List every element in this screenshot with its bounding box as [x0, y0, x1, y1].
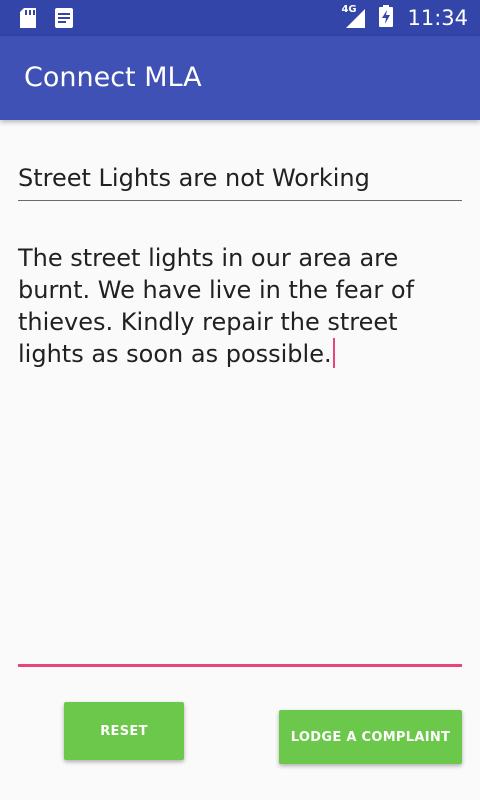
lodge-complaint-button[interactable]: LODGE A COMPLAINT [279, 710, 462, 764]
status-system: 4G 11:34 [341, 0, 468, 36]
subject-input-value[interactable]: Street Lights are not Working [18, 162, 370, 194]
notification-document-icon [54, 7, 74, 33]
status-notifications [18, 7, 74, 33]
complaint-body-value[interactable]: The street lights in our area are burnt.… [18, 244, 414, 368]
complaint-body-field[interactable]: The street lights in our area are burnt.… [18, 240, 462, 667]
signal-indicator: 4G [341, 4, 367, 29]
battery-charging-icon [379, 5, 394, 31]
status-time: 11:34 [407, 6, 468, 30]
status-bar: 4G 11:34 [0, 0, 480, 36]
reset-button[interactable]: RESET [64, 702, 184, 760]
complaint-body-text[interactable]: The street lights in our area are burnt.… [18, 242, 458, 370]
text-cursor [332, 338, 335, 368]
subject-field[interactable]: Street Lights are not Working [18, 160, 462, 201]
sd-card-icon [18, 7, 38, 33]
app-bar: Connect MLA [0, 36, 480, 120]
app-title: Connect MLA [24, 62, 202, 93]
app-screen: 4G 11:34 Connect MLA Street Lights are n… [0, 0, 480, 800]
